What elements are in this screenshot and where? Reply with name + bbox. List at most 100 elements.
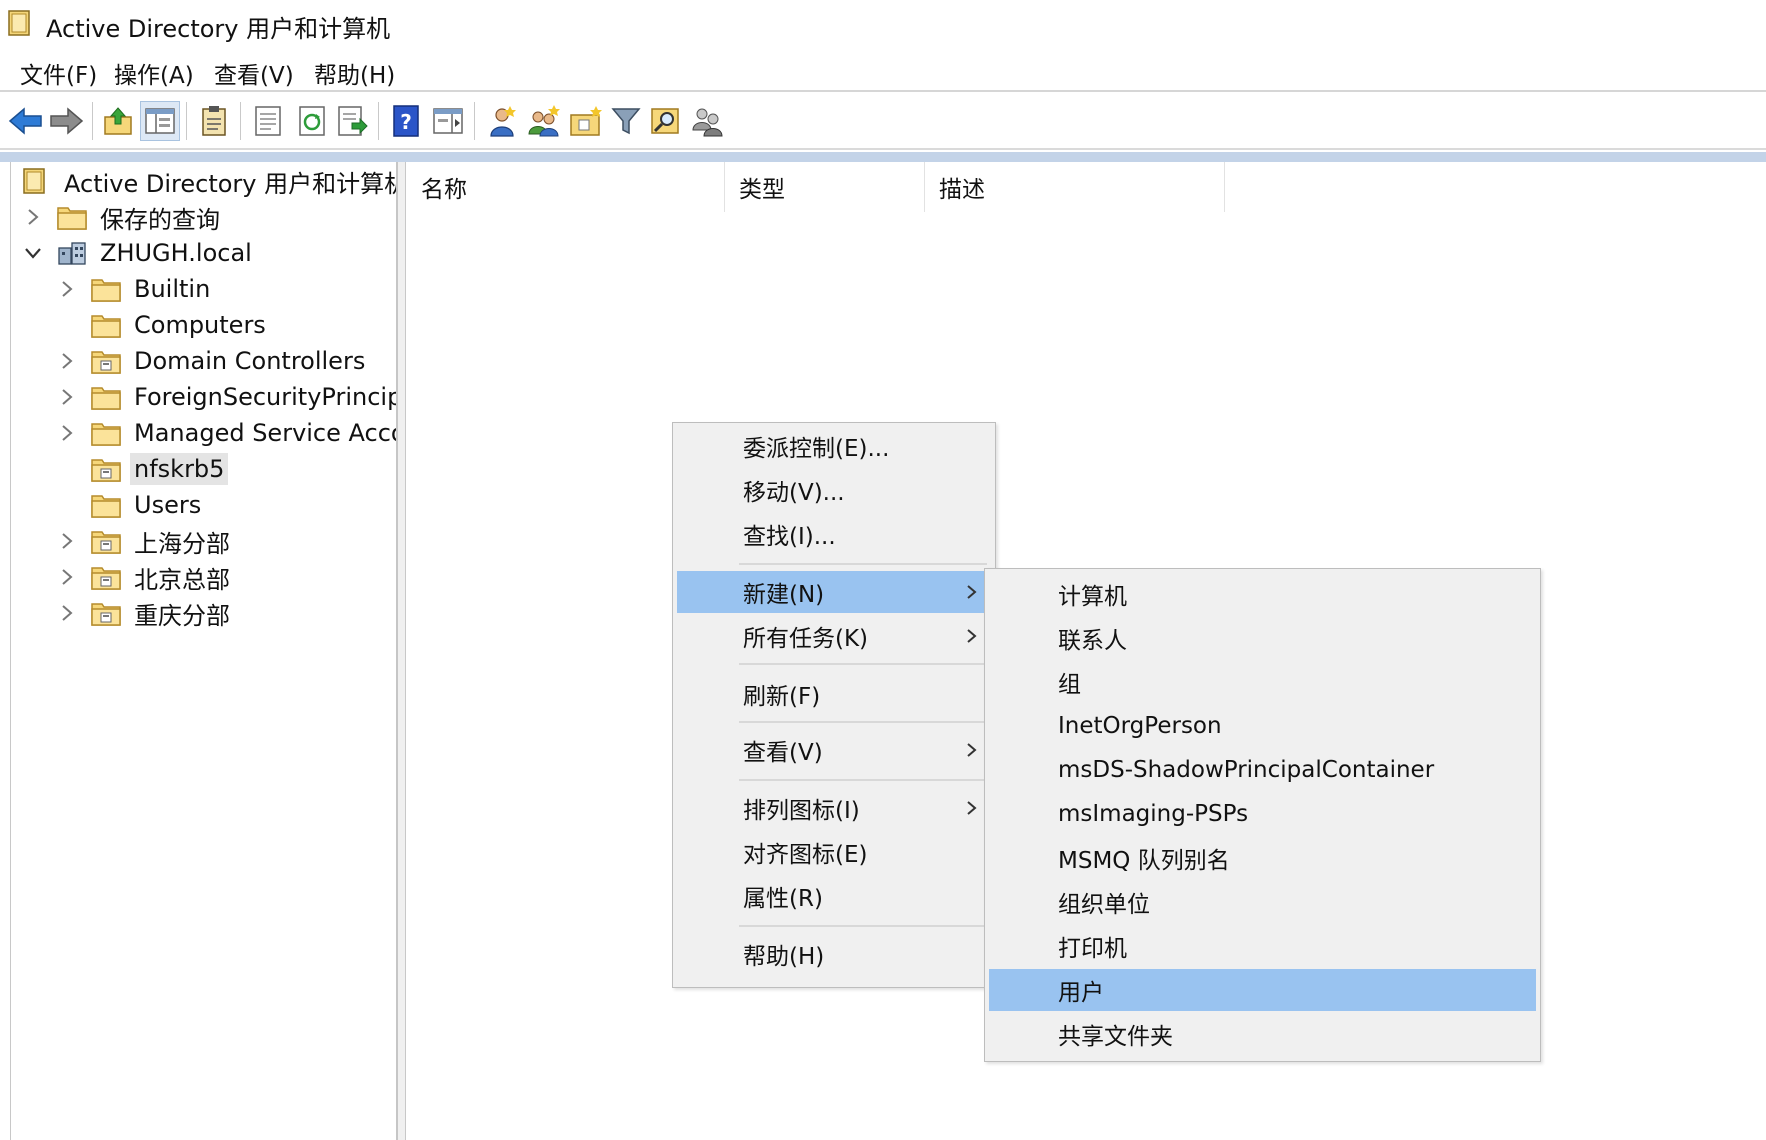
properties-button[interactable]	[248, 101, 288, 141]
menu-item-label: 对齐图标(E)	[743, 842, 868, 868]
export-list-button[interactable]	[332, 101, 372, 141]
pane-top-strip	[0, 152, 1766, 162]
menu-item-arrange-icons[interactable]: 排列图标(I)	[677, 787, 991, 829]
svg-text:?: ?	[400, 110, 412, 134]
menu-item-refresh[interactable]: 刷新(F)	[677, 673, 991, 715]
tree-item-saved-queries[interactable]: 保存的查询	[21, 198, 224, 236]
menu-item-properties[interactable]: 属性(R)	[677, 875, 991, 917]
menu-item-all-tasks[interactable]: 所有任务(K)	[677, 615, 991, 657]
chevron-right-icon[interactable]	[55, 385, 79, 409]
submenu-item-label: InetOrgPerson	[1058, 713, 1222, 739]
menu-item-find[interactable]: 查找(I)...	[677, 513, 991, 555]
menu-file[interactable]: 文件(F)	[18, 54, 99, 92]
action-pane-button[interactable]	[428, 101, 468, 141]
tree-root[interactable]: Active Directory 用户和计算机	[19, 162, 396, 200]
tree-item-label: 保存的查询	[100, 205, 220, 234]
submenu-item-msimaging-psps[interactable]: msImaging-PSPs	[989, 793, 1536, 835]
forward-arrow-icon	[50, 107, 84, 135]
tree-item-builtin[interactable]: Builtin	[55, 270, 214, 308]
find-button[interactable]	[646, 101, 686, 141]
submenu-item-computer[interactable]: 计算机	[989, 573, 1536, 615]
column-header-name[interactable]: 名称	[407, 162, 725, 212]
show-hide-tree-button[interactable]	[140, 101, 180, 141]
submenu-item-printer[interactable]: 打印机	[989, 925, 1536, 967]
help-icon: ?	[393, 105, 419, 137]
clipboard-button[interactable]	[194, 101, 234, 141]
chevron-right-icon[interactable]	[55, 421, 79, 445]
new-group-icon	[528, 105, 560, 137]
submenu-item-msmq-queue-alias[interactable]: MSMQ 队列别名	[989, 837, 1536, 879]
menu-item-line-up-icons[interactable]: 对齐图标(E)	[677, 831, 991, 873]
refresh-button[interactable]	[292, 101, 332, 141]
pane-splitter[interactable]	[398, 162, 406, 1140]
new-user-button[interactable]	[482, 101, 522, 141]
tree-item-users[interactable]: Users	[55, 486, 205, 524]
menu-help[interactable]: 帮助(H)	[312, 54, 397, 92]
context-menu: 委派控制(E)... 移动(V)... 查找(I)... 新建(N) 所有任务(…	[672, 422, 996, 988]
menu-item-label: 所有任务(K)	[743, 626, 869, 652]
menu-item-help[interactable]: 帮助(H)	[677, 933, 991, 975]
submenu-item-label: 共享文件夹	[1058, 1024, 1173, 1050]
filter-icon	[611, 108, 641, 135]
new-group-button[interactable]	[524, 101, 564, 141]
tree-item-nfskrb5[interactable]: nfskrb5	[55, 450, 229, 488]
submenu-item-shared-folder[interactable]: 共享文件夹	[989, 1013, 1536, 1055]
tree-item-label: Computers	[134, 311, 266, 339]
menu-item-label: 查看(V)	[743, 740, 823, 766]
tree-item-domain[interactable]: ZHUGH.local	[21, 234, 256, 272]
menu-separator	[739, 663, 987, 665]
column-header-type[interactable]: 类型	[725, 162, 925, 212]
submenu-item-label: 组	[1058, 672, 1081, 698]
tree-item-chongqing[interactable]: 重庆分部	[55, 594, 234, 632]
submenu-item-inetorgperson[interactable]: InetOrgPerson	[989, 705, 1536, 747]
help-button[interactable]: ?	[386, 101, 426, 141]
menu-item-label: 新建(N)	[743, 582, 825, 608]
find-icon	[651, 108, 679, 134]
submenu-item-label: msDS-ShadowPrincipalContainer	[1058, 757, 1435, 783]
back-button[interactable]	[6, 101, 46, 141]
chevron-right-icon[interactable]	[55, 349, 79, 373]
up-level-button[interactable]	[98, 101, 138, 141]
submenu-item-label: 用户	[1058, 980, 1104, 1006]
chevron-right-icon[interactable]	[55, 277, 79, 301]
new-ou-button[interactable]	[566, 101, 606, 141]
submenu-item-contact[interactable]: 联系人	[989, 617, 1536, 659]
tree-item-foreign-security-principals[interactable]: ForeignSecurityPrincipals	[55, 378, 396, 416]
chevron-down-icon[interactable]	[21, 241, 45, 265]
forward-button[interactable]	[46, 101, 86, 141]
tree-item-computers[interactable]: Computers	[55, 306, 270, 344]
menu-item-label: 刷新(F)	[743, 684, 821, 710]
menu-item-new[interactable]: 新建(N)	[677, 571, 991, 613]
menu-item-view[interactable]: 查看(V)	[677, 729, 991, 771]
chevron-right-icon[interactable]	[55, 529, 79, 553]
menu-item-move[interactable]: 移动(V)...	[677, 469, 991, 511]
submenu-item-user[interactable]: 用户	[989, 969, 1536, 1011]
submenu-item-group[interactable]: 组	[989, 661, 1536, 703]
submenu-item-organizational-unit[interactable]: 组织单位	[989, 881, 1536, 923]
menu-action[interactable]: 操作(A)	[112, 54, 196, 92]
chevron-right-icon[interactable]	[21, 205, 45, 229]
tree-item-shanghai[interactable]: 上海分部	[55, 522, 234, 560]
menu-view[interactable]: 查看(V)	[212, 54, 296, 92]
tree-item-label: 北京总部	[134, 565, 230, 594]
properties-icon	[255, 106, 281, 136]
tree-item-beijing[interactable]: 北京总部	[55, 558, 234, 596]
chevron-right-icon	[967, 585, 977, 599]
folder-icon	[91, 423, 121, 446]
column-header-description[interactable]: 描述	[925, 162, 1225, 212]
menu-separator	[739, 779, 987, 781]
chevron-right-icon[interactable]	[55, 601, 79, 625]
title-bar: Active Directory 用户和计算机	[0, 0, 1766, 48]
ou-icon	[91, 459, 121, 482]
menu-item-label: 委派控制(E)...	[743, 436, 890, 462]
menu-item-delegate-control[interactable]: 委派控制(E)...	[677, 425, 991, 467]
window-title: Active Directory 用户和计算机	[46, 15, 391, 43]
submenu-item-msds-shadow-principal-container[interactable]: msDS-ShadowPrincipalContainer	[989, 749, 1536, 791]
chevron-right-icon[interactable]	[55, 565, 79, 589]
chevron-right-icon	[967, 743, 977, 757]
tree-item-domain-controllers[interactable]: Domain Controllers	[55, 342, 369, 380]
tree-item-managed-service-accounts[interactable]: Managed Service Accounts	[55, 414, 396, 452]
filter-button[interactable]	[606, 101, 646, 141]
add-to-group-button[interactable]	[688, 101, 728, 141]
tree-item-label: 上海分部	[134, 529, 230, 558]
